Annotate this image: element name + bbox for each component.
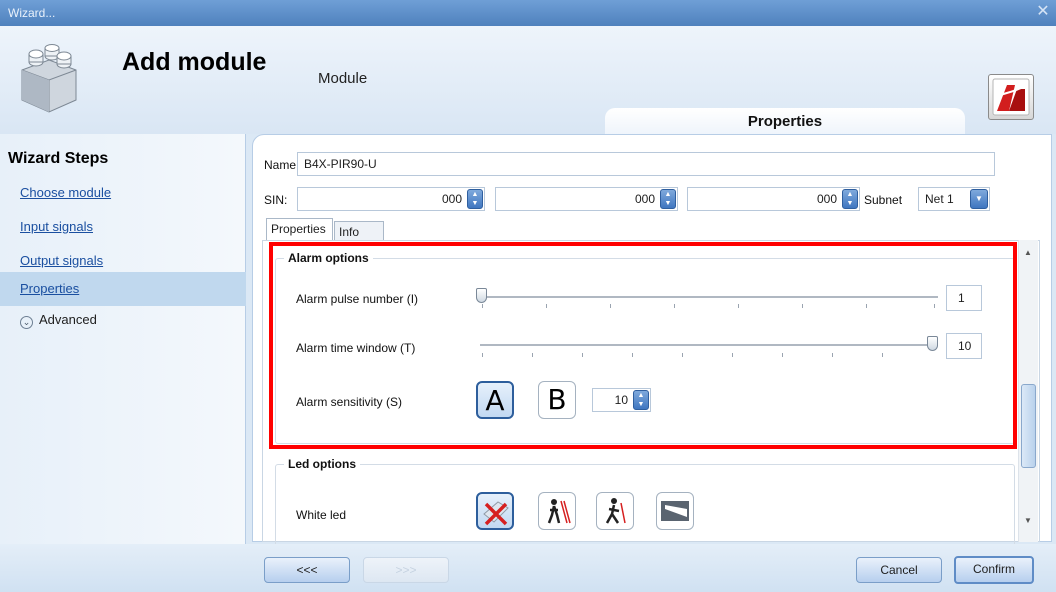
walking-person-icon bbox=[605, 498, 626, 524]
previous-step-button[interactable]: <<< bbox=[264, 557, 350, 583]
tab-info[interactable]: Info bbox=[334, 221, 384, 240]
chevron-down-icon: ⌄ bbox=[20, 316, 33, 329]
white-led-label: White led bbox=[296, 508, 347, 522]
tab-properties[interactable]: Properties bbox=[266, 218, 333, 240]
spin-arrows-icon[interactable]: ▲ ▼ bbox=[467, 189, 483, 209]
sin-field-2[interactable]: 000 ▲ ▼ bbox=[495, 187, 678, 211]
wizard-steps-title: Wizard Steps bbox=[8, 150, 109, 167]
title-bar: Wizard... ✕ bbox=[0, 0, 1056, 26]
sidebar-item-choose-module[interactable]: Choose module bbox=[8, 176, 244, 210]
window-title: Wizard... bbox=[8, 6, 56, 20]
name-field[interactable]: B4X-PIR90-U bbox=[297, 152, 995, 176]
subnet-select[interactable]: Net 1 ▼ bbox=[918, 187, 990, 211]
next-step-button[interactable]: >>> bbox=[363, 557, 449, 583]
sin-field-1[interactable]: 000 ▲ ▼ bbox=[297, 187, 485, 211]
subnet-label: Subnet bbox=[864, 193, 903, 207]
sidebar-item-properties[interactable]: Properties bbox=[0, 272, 246, 306]
alarm-options-highlight bbox=[269, 242, 1017, 449]
led-off-icon bbox=[483, 501, 509, 526]
person-detect-icon bbox=[547, 499, 571, 524]
sidebar-item-input-signals[interactable]: Input signals bbox=[8, 210, 244, 244]
advanced-label: Advanced bbox=[39, 312, 97, 327]
help-manual-button[interactable] bbox=[988, 74, 1034, 120]
page-subtitle: Module bbox=[318, 70, 368, 87]
light-beam-button[interactable] bbox=[656, 492, 694, 530]
spin-arrows-icon[interactable]: ▲ ▼ bbox=[842, 189, 858, 209]
person-detect-button[interactable] bbox=[538, 492, 576, 530]
properties-scrollbar[interactable]: ▲ ▼ bbox=[1018, 240, 1038, 542]
led-options-group bbox=[275, 464, 1015, 554]
sin-value-2: 000 bbox=[634, 192, 655, 206]
sin-value-3: 000 bbox=[816, 192, 837, 206]
sin-label: SIN: bbox=[264, 193, 288, 207]
walking-person-button[interactable] bbox=[596, 492, 634, 530]
scroll-up-icon[interactable]: ▲ bbox=[1024, 248, 1032, 257]
wizard-steps-sidebar: Wizard Steps Choose module Input signals… bbox=[0, 134, 246, 544]
sin-value-1: 000 bbox=[441, 192, 462, 206]
spin-arrows-icon[interactable]: ▲ ▼ bbox=[660, 189, 676, 209]
close-icon[interactable]: ✕ bbox=[1034, 2, 1052, 22]
scroll-down-icon[interactable]: ▼ bbox=[1024, 516, 1032, 525]
subnet-value: Net 1 bbox=[925, 192, 954, 206]
sin-field-3[interactable]: 000 ▲ ▼ bbox=[687, 187, 860, 211]
led-off-button[interactable] bbox=[476, 492, 514, 530]
cancel-button[interactable]: Cancel bbox=[856, 557, 942, 583]
name-label: Name bbox=[264, 158, 297, 172]
confirm-button[interactable]: Confirm bbox=[954, 556, 1034, 584]
module-blocks-icon bbox=[16, 44, 82, 114]
page-title: Add module bbox=[122, 48, 267, 76]
wizard-footer: <<< >>> Cancel Confirm bbox=[0, 544, 1056, 592]
led-options-title: Led options bbox=[284, 457, 360, 471]
help-manual-icon bbox=[992, 78, 1030, 116]
chevron-down-icon[interactable]: ▼ bbox=[970, 189, 988, 209]
light-beam-icon bbox=[661, 501, 689, 521]
scrollbar-thumb[interactable] bbox=[1021, 384, 1036, 468]
sidebar-item-advanced[interactable]: ⌄ Advanced bbox=[8, 312, 97, 329]
properties-section-header: Properties bbox=[605, 108, 965, 136]
